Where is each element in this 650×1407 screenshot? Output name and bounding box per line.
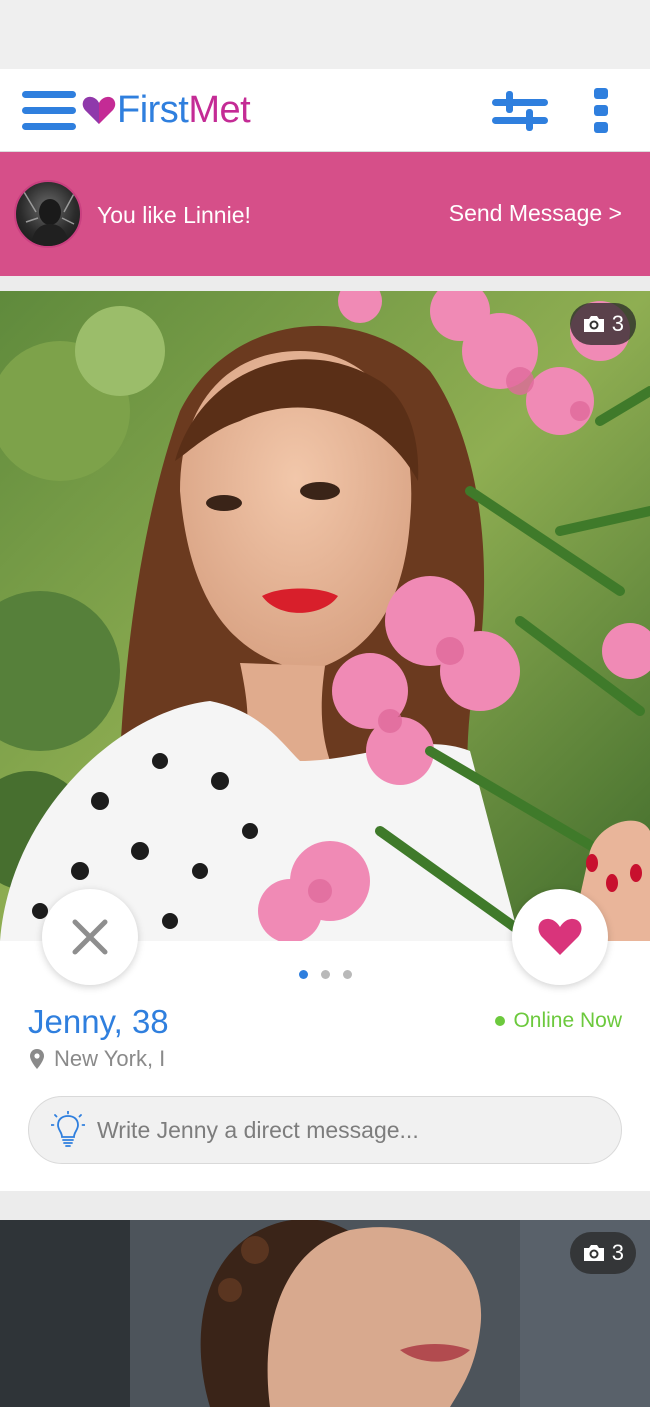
match-text: You like Linnie! xyxy=(97,202,251,228)
app-header: FirstMet xyxy=(0,69,650,152)
photo-count-badge[interactable]: 3 xyxy=(569,303,636,345)
location-text: New York, I xyxy=(54,1046,166,1071)
camera-icon xyxy=(583,316,604,332)
pagination-dot[interactable] xyxy=(320,970,330,979)
next-profile-photo xyxy=(0,1220,650,1407)
avatar xyxy=(14,180,82,248)
profile-card: 3 Jenny, 38 Online Now New York, I xyxy=(0,291,650,1191)
next-profile-card[interactable]: 3 xyxy=(0,1220,650,1407)
camera-icon xyxy=(583,1245,604,1261)
online-status-text: Online Now xyxy=(513,1009,622,1032)
photo-count: 3 xyxy=(611,1240,624,1265)
photo-count-badge[interactable]: 3 xyxy=(569,1232,636,1274)
sliders-icon[interactable] xyxy=(490,87,550,135)
location-pin-icon xyxy=(30,1049,44,1069)
match-banner[interactable]: You like Linnie! Send Message > xyxy=(0,152,650,276)
direct-message-input[interactable] xyxy=(97,1116,617,1144)
pagination-dot[interactable] xyxy=(342,970,352,979)
photo-count: 3 xyxy=(611,311,624,336)
lightbulb-icon xyxy=(51,1111,85,1147)
logo-wordmark: FirstMet xyxy=(117,88,251,132)
pagination-dot-active[interactable] xyxy=(298,970,308,979)
profile-name-age[interactable]: Jenny, 38 xyxy=(28,1003,169,1041)
heart-icon xyxy=(538,918,582,955)
heart-logo-icon xyxy=(82,96,116,124)
more-vertical-icon[interactable] xyxy=(590,87,612,135)
hamburger-menu-icon[interactable] xyxy=(22,91,76,131)
direct-message-field[interactable] xyxy=(28,1096,622,1164)
profile-photo[interactable]: 3 xyxy=(0,291,650,941)
close-icon xyxy=(72,919,108,955)
profile-location: New York, I xyxy=(30,1046,165,1072)
online-status: Online Now xyxy=(495,1009,622,1033)
send-message-link[interactable]: Send Message > xyxy=(449,200,622,227)
online-dot-icon xyxy=(495,1016,506,1026)
photo-pagination xyxy=(0,970,650,979)
firstmet-logo[interactable]: FirstMet xyxy=(82,87,251,133)
logo-met: Met xyxy=(188,88,251,131)
status-bar xyxy=(0,0,650,69)
logo-first: First xyxy=(117,88,189,131)
